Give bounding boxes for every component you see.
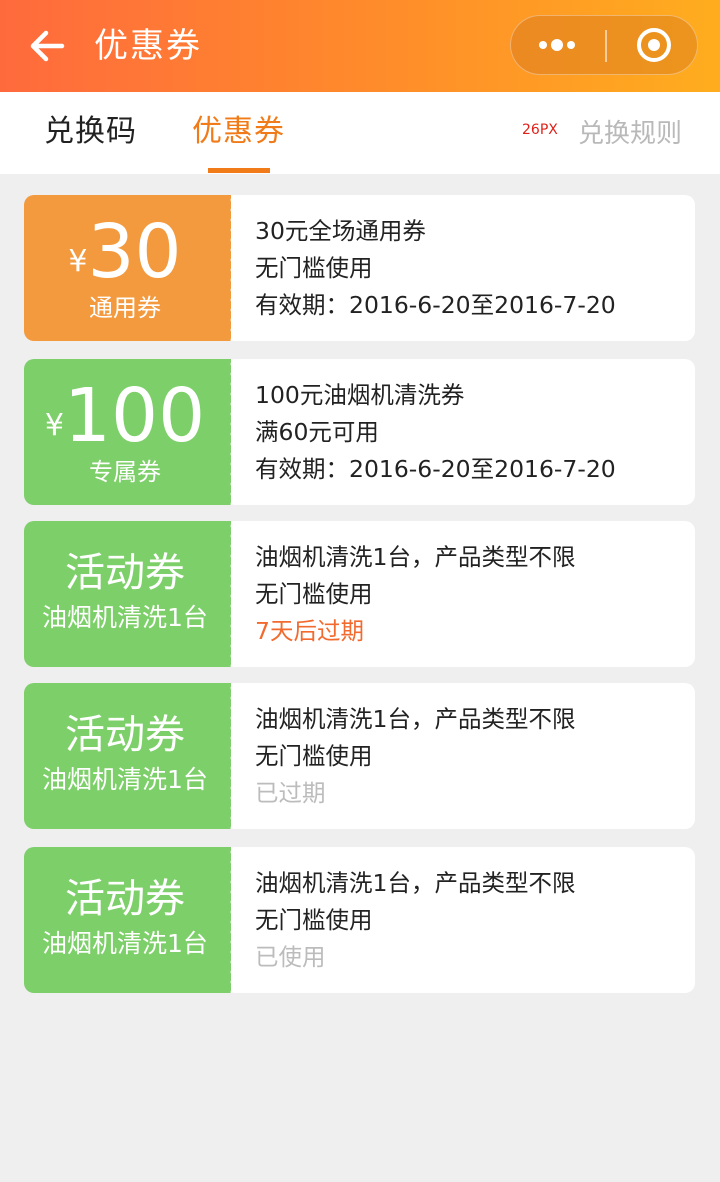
- coupon-details: 油烟机清洗1台，产品类型不限 无门槛使用 已使用: [231, 847, 695, 993]
- amount-value: 100: [63, 373, 206, 459]
- coupon-subtitle: 油烟机清洗1台: [42, 603, 208, 632]
- page-title: 优惠券: [94, 26, 202, 66]
- coupon-value-panel: ¥30 通用券: [24, 195, 226, 341]
- coupon-card[interactable]: 活动券 油烟机清洗1台 油烟机清洗1台，产品类型不限 无门槛使用 已使用: [24, 847, 695, 993]
- more-button[interactable]: [511, 16, 605, 74]
- target-circle-icon: [637, 28, 671, 62]
- coupon-condition: 满60元可用: [255, 418, 379, 446]
- coupon-details: 油烟机清洗1台，产品类型不限 无门槛使用 已过期: [231, 683, 695, 829]
- coupon-card[interactable]: 活动券 油烟机清洗1台 油烟机清洗1台，产品类型不限 无门槛使用 7天后过期: [24, 521, 695, 667]
- more-dots-icon: [539, 39, 575, 51]
- nav-bar: 优惠券: [0, 0, 720, 92]
- coupon-name: 油烟机清洗1台，产品类型不限: [255, 869, 576, 897]
- coupon-condition: 无门槛使用: [255, 906, 373, 934]
- coupon-kind: 专属券: [89, 458, 161, 486]
- coupon-condition: 无门槛使用: [255, 742, 373, 770]
- coupon-status: 已使用: [255, 943, 326, 971]
- coupon-details: 油烟机清洗1台，产品类型不限 无门槛使用 7天后过期: [231, 521, 695, 667]
- tab-redeem-code[interactable]: 兑换码: [44, 112, 137, 152]
- coupon-status: 7天后过期: [255, 617, 364, 645]
- coupon-condition: 无门槛使用: [255, 580, 373, 608]
- coupon-details: 100元油烟机清洗券 满60元可用 有效期：2016-6-20至2016-7-2…: [231, 359, 695, 505]
- coupon-title: 活动券: [65, 550, 185, 596]
- close-button[interactable]: [607, 16, 697, 74]
- amount-value: 30: [87, 209, 182, 295]
- coupon-amount: ¥30: [24, 209, 226, 295]
- coupon-name: 30元全场通用券: [255, 217, 426, 245]
- coupon-value-panel: 活动券 油烟机清洗1台: [24, 521, 226, 667]
- coupon-name: 油烟机清洗1台，产品类型不限: [255, 543, 576, 571]
- redeem-rules-link[interactable]: 兑换规则: [578, 114, 682, 154]
- coupon-title: 活动券: [65, 712, 185, 758]
- tab-bar: 兑换码 优惠券 26PX 兑换规则: [0, 92, 720, 174]
- currency-symbol: ¥: [44, 408, 64, 443]
- coupon-kind: 通用券: [89, 294, 161, 322]
- coupon-subtitle: 油烟机清洗1台: [42, 929, 208, 958]
- tab-coupons[interactable]: 优惠券: [192, 112, 285, 152]
- currency-symbol: ¥: [68, 244, 88, 279]
- coupon-validity: 有效期：2016-6-20至2016-7-20: [255, 291, 616, 319]
- coupon-subtitle: 油烟机清洗1台: [42, 765, 208, 794]
- coupon-name: 油烟机清洗1台，产品类型不限: [255, 705, 576, 733]
- coupon-condition: 无门槛使用: [255, 254, 373, 282]
- coupon-value-panel: ¥100 专属券: [24, 359, 226, 505]
- arrow-left-icon: [30, 30, 65, 62]
- coupon-card[interactable]: ¥100 专属券 100元油烟机清洗券 满60元可用 有效期：2016-6-20…: [24, 359, 695, 505]
- mini-program-capsule: [510, 15, 698, 75]
- coupon-amount: ¥100: [24, 373, 226, 459]
- coupon-card[interactable]: ¥30 通用券 30元全场通用券 无门槛使用 有效期：2016-6-20至201…: [24, 195, 695, 341]
- back-button[interactable]: [26, 24, 70, 68]
- coupon-card[interactable]: 活动券 油烟机清洗1台 油烟机清洗1台，产品类型不限 无门槛使用 已过期: [24, 683, 695, 829]
- size-annotation: 26PX: [522, 122, 558, 138]
- active-tab-indicator: [208, 168, 270, 173]
- coupon-name: 100元油烟机清洗券: [255, 381, 465, 409]
- coupon-status: 已过期: [255, 779, 326, 807]
- coupon-title: 活动券: [65, 876, 185, 922]
- coupon-value-panel: 活动券 油烟机清洗1台: [24, 847, 226, 993]
- coupon-value-panel: 活动券 油烟机清洗1台: [24, 683, 226, 829]
- coupon-validity: 有效期：2016-6-20至2016-7-20: [255, 455, 616, 483]
- coupon-details: 30元全场通用券 无门槛使用 有效期：2016-6-20至2016-7-20: [231, 195, 695, 341]
